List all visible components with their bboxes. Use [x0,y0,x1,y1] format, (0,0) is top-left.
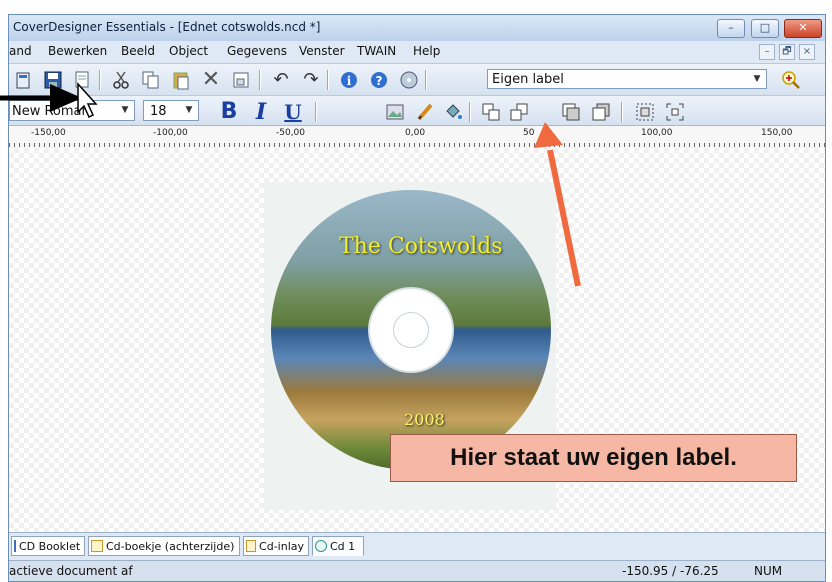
label-select[interactable]: Eigen label ▼ [487,69,767,89]
title-bar[interactable]: CoverDesigner Essentials - [Ednet cotswo… [9,15,825,41]
menu-item-help[interactable]: Help [413,44,440,58]
underline-button[interactable]: U [281,100,305,124]
mdi-minimize-button[interactable]: – [759,44,775,60]
cd-hub-ring [393,312,429,348]
tab-label: Cd-boekje (achterzijde) [106,539,235,553]
ruler-label: 50 [523,128,535,138]
window-title: CoverDesigner Essentials - [Ednet cotswo… [13,20,321,34]
chevron-down-icon: ▼ [121,105,129,115]
save-icon[interactable] [41,68,65,92]
tab-cd-1[interactable]: Cd 1 [312,536,364,556]
chevron-down-icon: ▼ [753,74,761,84]
help-icon[interactable]: ? [367,68,391,92]
horizontal-ruler: -150,00 -100,00 -50,00 0,00 50 100,00 15… [9,125,825,149]
ungroup-icon[interactable] [663,100,687,124]
document-icon [14,540,16,552]
image-icon[interactable] [383,100,407,124]
document-tab-bar: CD Booklet Cd-boekje (achterzijde) Cd-in… [9,532,825,561]
bring-forward-icon[interactable] [479,100,503,124]
cut-icon[interactable] [109,68,133,92]
delete-icon[interactable]: ✕ [199,68,223,92]
group-icon[interactable] [633,100,657,124]
ruler-label: -50,00 [276,128,306,138]
menu-item-object[interactable]: Object [169,44,208,58]
font-select[interactable]: New Roman ▼ [9,100,135,121]
redo-icon[interactable]: ↷ [299,68,323,92]
chevron-down-icon: ▼ [185,105,193,115]
close-button[interactable]: ✕ [784,19,822,38]
mdi-restore-button[interactable]: 🗗 [779,44,795,60]
status-bar: actieve document af -150.95 / -76.25 NUM [9,560,825,581]
print-preview-icon[interactable] [71,68,95,92]
bring-to-front-icon[interactable] [559,100,583,124]
tab-cd-boekje-achterzijde[interactable]: Cd-boekje (achterzijde) [88,536,240,556]
document-icon [91,540,103,552]
menu-item-gegevens[interactable]: Gegevens [227,44,287,58]
ruler-label: -100,00 [153,128,188,138]
mdi-close-button[interactable]: × [799,44,815,60]
tab-cd-booklet[interactable]: CD Booklet [11,536,85,556]
fill-icon[interactable] [441,100,465,124]
menu-item-beeld[interactable]: Beeld [121,44,155,58]
tab-label: CD Booklet [19,539,81,553]
italic-button[interactable]: I [249,100,273,124]
tab-label: Cd-inlay [259,539,304,553]
disc-icon[interactable] [397,68,421,92]
num-lock-indicator: NUM [754,564,783,578]
svg-text:?: ? [376,74,383,88]
ruler-label: 0,00 [405,128,426,138]
undo-icon[interactable]: ↶ [269,68,293,92]
status-message: actieve document af [9,564,133,578]
copy-icon[interactable] [139,68,163,92]
cursor-coordinates: -150.95 / -76.25 [622,564,719,578]
paste-icon[interactable] [169,68,193,92]
font-select-value: New Roman [12,104,90,119]
disc-year-text[interactable]: 2008 [404,410,445,429]
menu-bar: and Bewerken Beeld Object Gegevens Venst… [9,41,825,63]
properties-icon[interactable] [229,68,253,92]
font-size-select[interactable]: 18 ▼ [143,100,199,121]
zoom-in-icon[interactable] [779,68,803,92]
menu-item-bestand[interactable]: and [9,44,32,58]
ruler-label: -150,00 [31,128,66,138]
maximize-button[interactable]: □ [751,19,779,38]
send-to-back-icon[interactable] [589,100,613,124]
tab-label: Cd 1 [330,539,356,553]
callout-text: Hier staat uw eigen label. [450,444,737,471]
pencil-icon[interactable] [413,100,437,124]
info-icon[interactable]: i [337,68,361,92]
ruler-label: 100,00 [641,128,673,138]
ruler-label: 150,00 [761,128,793,138]
open-icon[interactable] [13,68,37,92]
disc-title-text[interactable]: The Cotswolds [339,234,503,259]
menu-item-venster[interactable]: Venster [299,44,345,58]
main-toolbar: ✕ ↶ ↷ i ? Eigen label ▼ [9,63,825,96]
menu-item-bewerken[interactable]: Bewerken [48,44,107,58]
font-size-value: 18 [150,104,167,119]
disc-icon [315,540,327,552]
format-toolbar: New Roman ▼ 18 ▼ B I U [9,95,825,126]
bold-button[interactable]: B [217,100,241,124]
svg-text:i: i [347,74,352,88]
label-select-value: Eigen label [492,72,564,87]
tab-cd-inlay[interactable]: Cd-inlay [243,536,309,556]
menu-item-twain[interactable]: TWAIN [357,44,396,58]
app-window: CoverDesigner Essentials - [Ednet cotswo… [8,14,826,582]
document-icon [246,540,257,552]
minimize-button[interactable]: – [717,19,745,38]
send-backward-icon[interactable] [507,100,531,124]
design-canvas[interactable]: The Cotswolds 2008 Hier staat uw eigen l… [9,148,825,532]
callout-box: Hier staat uw eigen label. [390,434,797,482]
